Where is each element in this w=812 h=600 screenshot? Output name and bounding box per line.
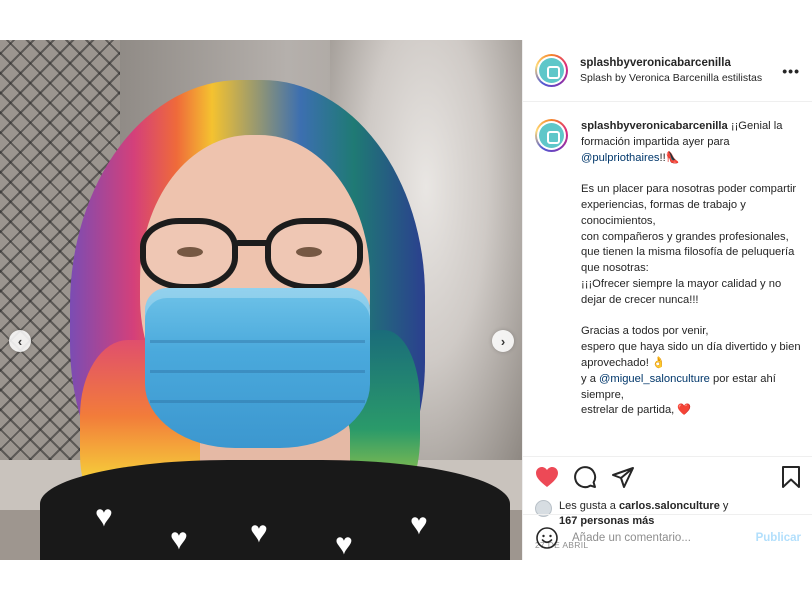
glasses-right-lens: [265, 218, 363, 290]
mask-pleat: [150, 400, 365, 403]
caption-username[interactable]: splashbyveronicabarcenilla: [581, 120, 728, 132]
caption-area: splashbyveronicabarcenilla ¡¡Genial la f…: [523, 103, 812, 455]
publish-button[interactable]: Publicar: [756, 532, 801, 544]
username-link[interactable]: splashbyveronicabarcenilla: [580, 57, 782, 69]
shirt-heart: ♥: [335, 528, 353, 560]
chevron-right-icon: ›: [500, 333, 506, 349]
mention-link[interactable]: @miguel_salonculture: [599, 373, 710, 385]
post-header: splashbyveronicabarcenilla Splash by Ver…: [523, 40, 812, 102]
glasses-bridge: [235, 240, 269, 246]
caption-text: splashbyveronicabarcenilla ¡¡Genial la f…: [581, 119, 801, 455]
avatar[interactable]: [535, 54, 568, 87]
liker-username[interactable]: carlos.salonculture: [619, 500, 720, 512]
action-icons: [535, 465, 801, 489]
mask-pleat: [150, 340, 365, 343]
caption-paragraph: splashbyveronicabarcenilla ¡¡Genial la f…: [581, 119, 801, 166]
caption-paragraph: Es un placer para nosotras poder compart…: [581, 183, 797, 306]
avatar-ring: [537, 121, 566, 150]
carousel-prev-button[interactable]: ‹: [9, 330, 31, 352]
shirt-heart: ♥: [250, 516, 268, 549]
caption-line: !!👠: [659, 151, 680, 164]
profile-picture: [539, 58, 564, 83]
location-link[interactable]: Splash by Veronica Barcenilla estilistas: [580, 72, 782, 84]
caption-avatar[interactable]: [535, 119, 568, 152]
profile-picture: [539, 123, 564, 148]
comment-bar: Publicar: [523, 514, 812, 560]
heart-icon[interactable]: [535, 466, 559, 488]
shirt-heart: ♥: [95, 500, 113, 533]
bookmark-icon[interactable]: [781, 465, 801, 489]
mask-pleat: [150, 370, 365, 373]
mention-link[interactable]: @pulpriothaires: [581, 152, 660, 164]
post-side-panel: splashbyveronicabarcenilla Splash by Ver…: [522, 40, 812, 560]
header-text: splashbyveronicabarcenilla Splash by Ver…: [580, 57, 782, 84]
instagram-post: ♥ ♥ ♥ ♥ ♥ ‹ › splashbyveronicabarcenilla…: [0, 40, 812, 560]
more-options-icon[interactable]: •••: [782, 63, 800, 79]
comment-icon[interactable]: [573, 465, 597, 489]
comment-input[interactable]: [572, 531, 756, 544]
likes-middle: y: [719, 500, 729, 512]
shirt-heart: ♥: [170, 523, 188, 556]
shirt-heart: ♥: [410, 508, 428, 541]
post-photo[interactable]: ♥ ♥ ♥ ♥ ♥ ‹ ›: [0, 40, 522, 560]
caption-paragraph: Gracias a todos por venir, espero que ha…: [581, 324, 801, 419]
glasses-left-lens: [140, 218, 238, 290]
likes-prefix: Les gusta a: [559, 500, 619, 512]
carousel-next-button[interactable]: ›: [492, 330, 514, 352]
smiley-icon[interactable]: [535, 526, 559, 550]
share-icon[interactable]: [611, 465, 635, 489]
chevron-left-icon: ‹: [17, 333, 23, 349]
face-mask: [145, 288, 370, 448]
avatar-ring: [537, 56, 566, 85]
